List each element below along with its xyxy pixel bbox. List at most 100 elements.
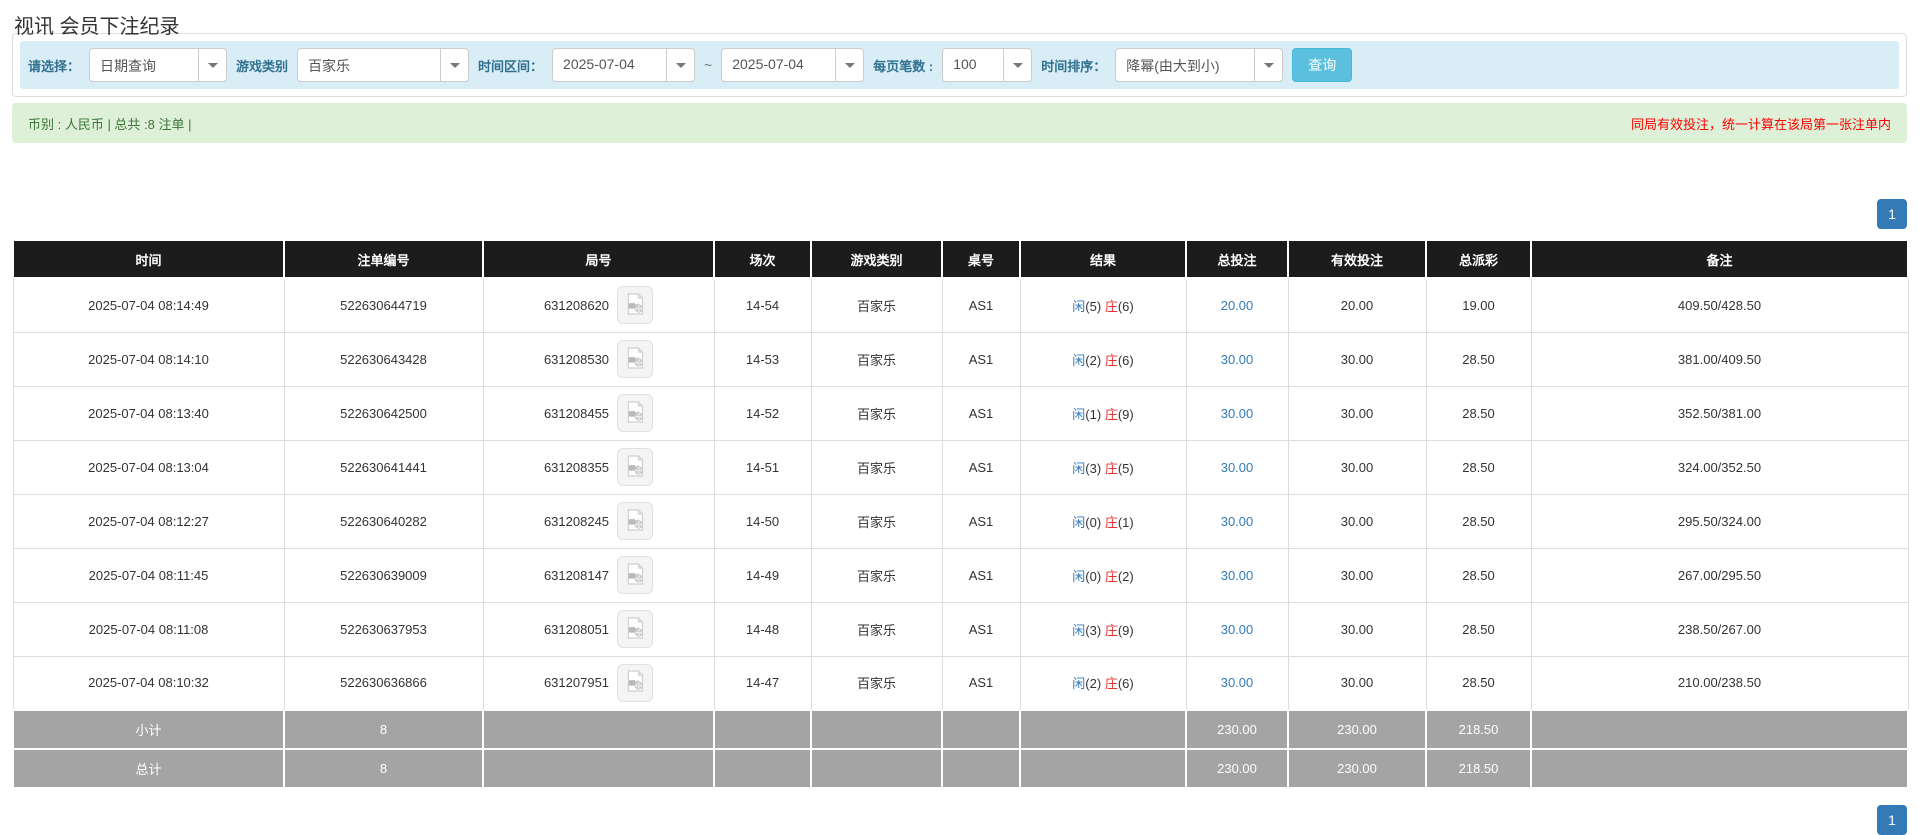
cell-game: 百家乐 <box>810 655 943 711</box>
result-banker-score: (6) <box>1117 676 1134 692</box>
round-id-text: 631208355 <box>543 459 610 475</box>
video-replay-icon <box>625 400 645 426</box>
date-to-value: 2025-07-04 <box>732 56 804 72</box>
video-replay-icon <box>625 346 645 372</box>
date-to-select[interactable]: 2025-07-04 <box>721 48 865 82</box>
cell-total-bet: 30.00 <box>1185 331 1289 387</box>
chevron-down-icon[interactable] <box>1254 49 1282 81</box>
result-banker-score: (6) <box>1117 352 1134 368</box>
sort-label: 时间排序： <box>1041 58 1107 74</box>
table-row: 2025-07-04 08:11:08 522630637953 631208051… <box>12 601 1909 657</box>
bet-table: 时间 注单编号 局号 场次 游戏类别 桌号 结果 总投注 有效投注 总派彩 备注 2025-07-0… <box>12 239 1909 789</box>
total-bet-link[interactable]: 30.00 <box>1221 622 1254 637</box>
cell-time: 2025-07-04 08:11:08 <box>12 601 285 657</box>
cell-empty <box>713 748 812 789</box>
cell-bet-id: 522630641441 <box>283 439 484 495</box>
chevron-down-icon[interactable] <box>835 49 863 81</box>
video-replay-button[interactable] <box>617 394 654 432</box>
cell-payout-sum: 218.50 <box>1425 748 1532 789</box>
sort-select[interactable]: 降幂(由大到小) <box>1115 48 1284 82</box>
query-type-value: 日期查询 <box>100 58 157 74</box>
result-player-label: 闲 <box>1072 514 1086 530</box>
chevron-down-icon[interactable] <box>198 49 226 81</box>
page-size-select[interactable]: 100 <box>942 48 1033 82</box>
cell-time: 2025-07-04 08:14:10 <box>12 331 285 387</box>
cell-empty <box>941 748 1021 789</box>
cell-table-no: AS1 <box>941 493 1021 549</box>
video-replay-button[interactable] <box>617 286 654 325</box>
cell-total-label: 小计 <box>12 709 285 750</box>
result-player-label: 闲 <box>1072 568 1086 584</box>
cell-payout: 28.50 <box>1425 601 1532 657</box>
query-type-select[interactable]: 日期查询 <box>89 48 228 82</box>
total-bet-link[interactable]: 30.00 <box>1221 514 1254 529</box>
game-category-label: 游戏类别 <box>236 58 289 74</box>
column-header: 桌号 <box>941 239 1021 279</box>
cell-round-id: 631208051 <box>482 601 715 657</box>
result-player-score: (2) <box>1085 676 1102 692</box>
chevron-down-icon[interactable] <box>666 49 694 81</box>
time-range-label: 时间区间： <box>478 58 544 74</box>
cell-time: 2025-07-04 08:11:45 <box>12 547 285 603</box>
total-bet-link[interactable]: 30.00 <box>1221 568 1254 583</box>
round-id-wrap: 631208051 <box>544 610 654 648</box>
range-separator: ~ <box>704 57 713 73</box>
sort-value: 降幂(由大到小) <box>1126 58 1220 74</box>
column-header: 总派彩 <box>1425 239 1532 279</box>
chevron-down-icon[interactable] <box>440 49 468 81</box>
round-id-text: 631208620 <box>543 297 610 313</box>
cell-remark: 267.00/295.50 <box>1530 547 1909 603</box>
cell-remark: 324.00/352.50 <box>1530 439 1909 495</box>
video-replay-button[interactable] <box>617 663 654 702</box>
cell-table-no: AS1 <box>941 547 1021 603</box>
cell-table-no: AS1 <box>941 385 1021 441</box>
video-replay-icon <box>625 454 645 480</box>
cell-result: 闲(5) 庄(6) <box>1019 277 1187 333</box>
video-replay-icon <box>625 616 645 642</box>
cell-remark: 381.00/409.50 <box>1530 331 1909 387</box>
date-from-select[interactable]: 2025-07-04 <box>552 48 696 82</box>
table-row: 2025-07-04 08:10:32 522630636866 631207951… <box>12 655 1909 711</box>
cell-result: 闲(3) 庄(9) <box>1019 601 1187 657</box>
result-banker-label: 庄 <box>1104 352 1118 368</box>
chevron-down-icon[interactable] <box>1003 49 1031 81</box>
cell-total-count: 8 <box>283 748 484 789</box>
round-id-wrap: 631208530 <box>544 340 654 378</box>
video-replay-button[interactable] <box>617 340 654 378</box>
cell-session: 14-50 <box>713 493 812 549</box>
video-replay-button[interactable] <box>617 448 654 486</box>
column-header: 总投注 <box>1185 239 1289 279</box>
total-row-grand: 总计 8 230.00 230.00 218.50 <box>12 748 1909 789</box>
video-replay-button[interactable] <box>617 610 654 648</box>
cell-session: 14-47 <box>713 655 812 711</box>
cell-game: 百家乐 <box>810 385 943 441</box>
page-1-button[interactable]: 1 <box>1877 199 1907 229</box>
search-button[interactable]: 查询 <box>1292 48 1353 82</box>
cell-session: 14-49 <box>713 547 812 603</box>
cell-valid-bet: 30.00 <box>1287 493 1427 549</box>
video-replay-button[interactable] <box>617 556 654 594</box>
result-player-score: (3) <box>1085 622 1102 638</box>
result-player-score: (3) <box>1085 460 1102 476</box>
result-banker-score: (5) <box>1117 460 1134 476</box>
cell-valid-bet: 30.00 <box>1287 331 1427 387</box>
cell-round-id: 631208147 <box>482 547 715 603</box>
result-banker-score: (9) <box>1117 622 1134 638</box>
page-1-button[interactable]: 1 <box>1877 805 1907 835</box>
cell-result: 闲(0) 庄(2) <box>1019 547 1187 603</box>
game-category-select[interactable]: 百家乐 <box>297 48 470 82</box>
total-bet-link[interactable]: 30.00 <box>1221 406 1254 421</box>
total-bet-link[interactable]: 30.00 <box>1221 675 1254 690</box>
cell-total-bet-sum: 230.00 <box>1185 748 1289 789</box>
video-replay-button[interactable] <box>617 502 654 540</box>
cell-remark: 295.50/324.00 <box>1530 493 1909 549</box>
result-banker-label: 庄 <box>1104 514 1118 530</box>
column-header: 时间 <box>12 239 285 279</box>
total-bet-link[interactable]: 20.00 <box>1221 298 1254 313</box>
total-bet-link[interactable]: 30.00 <box>1221 460 1254 475</box>
table-row: 2025-07-04 08:13:04 522630641441 631208355… <box>12 439 1909 495</box>
cell-total-label: 总计 <box>12 748 285 789</box>
round-id-wrap: 631208455 <box>544 394 654 432</box>
total-bet-link[interactable]: 30.00 <box>1221 352 1254 367</box>
round-id-text: 631208245 <box>543 513 610 529</box>
